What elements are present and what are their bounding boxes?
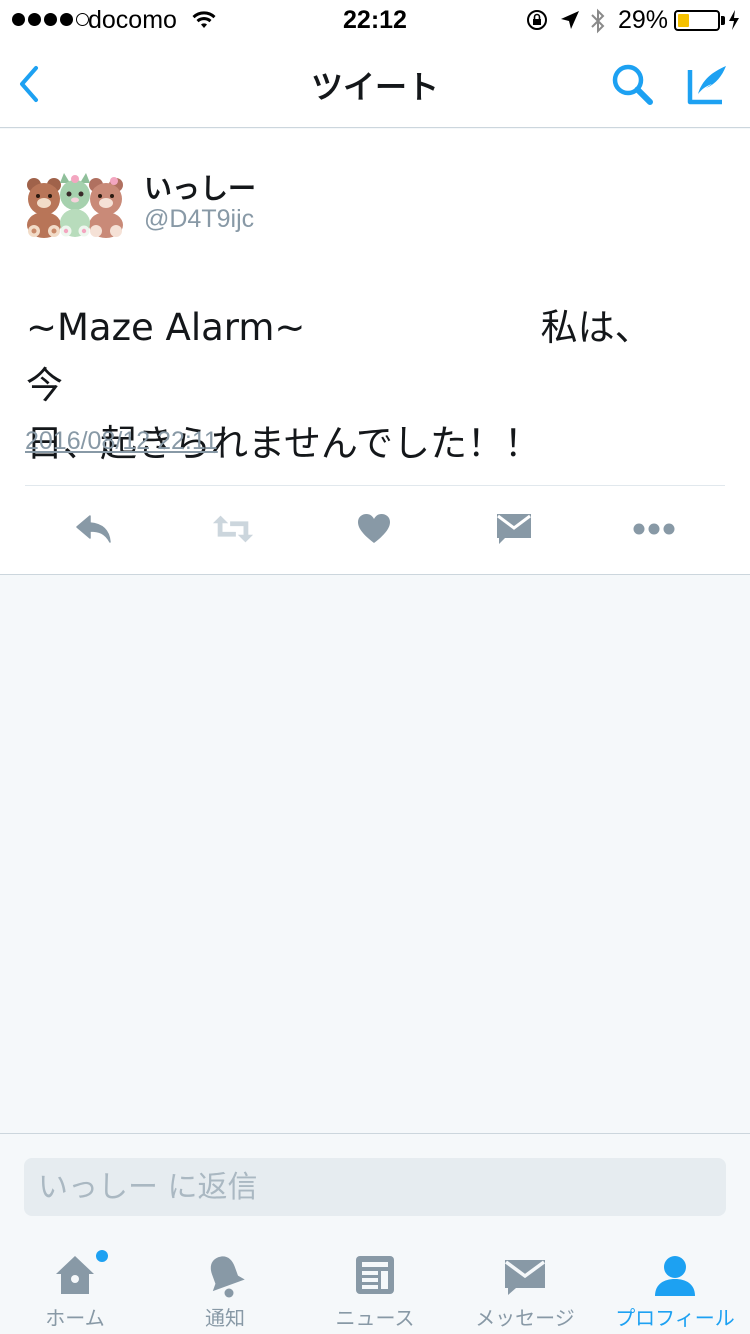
bell-icon bbox=[210, 1256, 245, 1298]
battery-icon bbox=[674, 10, 720, 31]
battery-level-fill bbox=[678, 14, 689, 27]
navigation-bar: ツイート bbox=[0, 40, 750, 128]
tab-messages[interactable]: メッセージ bbox=[450, 1244, 600, 1334]
status-bar: docomo 22:12 29% bbox=[0, 0, 750, 40]
tweet-timestamp[interactable]: 2016/08/12 22:11 bbox=[25, 427, 218, 456]
rotation-lock-icon bbox=[527, 10, 547, 30]
divider bbox=[25, 485, 725, 486]
direct-message-button[interactable] bbox=[492, 509, 536, 549]
tweet-text-line-1: ~Maze Alarm~ 私は、今 bbox=[26, 306, 652, 407]
tab-label: プロフィール bbox=[615, 1306, 735, 1330]
reply-input[interactable] bbox=[24, 1158, 726, 1216]
compose-tweet-icon[interactable] bbox=[684, 62, 730, 108]
home-icon bbox=[56, 1256, 94, 1294]
charging-bolt-icon bbox=[729, 10, 739, 30]
tab-home[interactable]: ホーム bbox=[0, 1244, 150, 1334]
heart-icon bbox=[358, 514, 390, 543]
tab-label: 通知 bbox=[205, 1306, 245, 1330]
reply-bar bbox=[0, 1133, 750, 1244]
retweet-button[interactable] bbox=[211, 509, 255, 549]
avatar[interactable] bbox=[24, 169, 126, 239]
retweet-icon bbox=[212, 515, 254, 543]
tab-news[interactable]: ニュース bbox=[300, 1244, 450, 1334]
profile-icon bbox=[655, 1256, 695, 1296]
user-handle[interactable]: @D4T9ijc bbox=[144, 205, 254, 234]
search-icon[interactable] bbox=[610, 62, 656, 108]
tab-label: ホーム bbox=[45, 1306, 105, 1330]
reply-icon bbox=[76, 515, 111, 543]
battery-percent: 29% bbox=[618, 6, 669, 34]
tab-bar: ホーム 通知 ニュース メッセージ プロフィール bbox=[0, 1244, 750, 1334]
news-icon bbox=[356, 1256, 394, 1294]
tab-label: ニュース bbox=[335, 1306, 415, 1330]
display-name[interactable]: いっしー bbox=[144, 167, 256, 207]
battery-tip bbox=[721, 16, 725, 25]
notification-dot bbox=[96, 1250, 108, 1262]
mail-icon bbox=[504, 1260, 546, 1295]
bluetooth-icon bbox=[591, 8, 605, 34]
more-dots-icon bbox=[633, 523, 675, 535]
like-button[interactable] bbox=[352, 509, 396, 549]
envelope-icon bbox=[497, 514, 531, 544]
tab-notifications[interactable]: 通知 bbox=[150, 1244, 300, 1334]
tweet-detail: いっしー @D4T9ijc ~Maze Alarm~ 私は、今 日、起きられませ… bbox=[0, 129, 750, 575]
more-options-button[interactable] bbox=[632, 509, 676, 549]
tab-profile[interactable]: プロフィール bbox=[600, 1244, 750, 1334]
reply-button[interactable] bbox=[72, 509, 116, 549]
tab-label: メッセージ bbox=[475, 1306, 575, 1330]
location-arrow-icon bbox=[561, 11, 579, 29]
